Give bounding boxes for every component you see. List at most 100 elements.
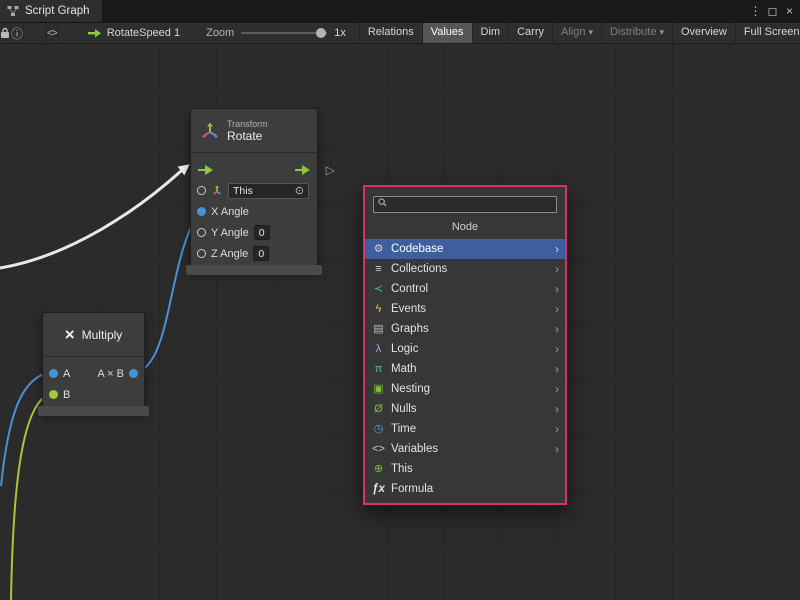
code-view-button[interactable]: <> [46,22,58,44]
chevron-right-icon: › [555,382,559,396]
zoom-slider[interactable] [241,32,327,34]
finder-item-collections[interactable]: ≡ Collections › [365,259,565,279]
y-angle-label: Y Angle [211,227,249,239]
window-menu-icon[interactable]: ⋮ [747,4,764,18]
branch-icon: ≺ [371,282,386,295]
info-button[interactable]: ⓘ [11,22,24,44]
node-transform-rotate[interactable]: Transform Rotate ▷ [190,108,318,270]
finder-item-math[interactable]: π Math › [365,359,565,379]
finder-item-events[interactable]: ϟ Events › [365,299,565,319]
finder-item-label: Time [391,423,416,435]
lightning-icon: ϟ [371,303,386,315]
chevron-right-icon: › [555,262,559,276]
logic-icon: λ [371,343,386,355]
finder-item-label: Formula [391,483,433,495]
this-object-field[interactable]: This ⊙ [228,183,309,199]
finder-item-time[interactable]: ◷ Time › [365,419,565,439]
flow-input-arrow-icon[interactable] [198,165,213,175]
chevron-right-icon: › [555,242,559,256]
this-port-row: This ⊙ [191,180,317,201]
chevron-right-icon: › [555,282,559,296]
y-angle-value-field[interactable]: 0 [254,225,270,240]
chevron-right-icon: › [555,342,559,356]
tab-script-graph[interactable]: Script Graph [0,0,102,22]
port-z-angle[interactable] [197,249,206,258]
graph-flow-icon [88,28,102,38]
y-angle-port-row: Y Angle 0 [191,222,317,243]
align-button[interactable]: Align▾ [552,22,601,44]
code-icon: <> [47,28,57,39]
finder-item-nesting[interactable]: ▣ Nesting › [365,379,565,399]
target-picker-icon[interactable]: ⊙ [295,184,304,197]
axis-icon: ⊕ [371,462,386,475]
finder-item-label: Variables [391,443,438,455]
list-icon: ≡ [371,263,386,275]
dim-button[interactable]: Dim [472,22,509,44]
x-angle-port-row: X Angle [191,201,317,222]
finder-search-input[interactable] [373,196,557,213]
node-title: Multiply [82,328,123,342]
finder-item-codebase[interactable]: ⚙ Codebase › [365,239,565,259]
graph-name: RotateSpeed 1 [107,27,180,39]
zoom-control: Zoom 1x [206,27,346,39]
node-category: Transform [227,119,268,129]
info-icon: ⓘ [11,25,23,42]
toolbar-button-group: Relations Values Dim Carry Align▾ Distri… [359,22,800,44]
b-label: B [63,389,70,401]
finder-item-logic[interactable]: λ Logic › [365,339,565,359]
zoom-label: Zoom [206,27,234,39]
finder-item-variables[interactable]: <> Variables › [365,439,565,459]
finder-item-formula[interactable]: ƒx Formula [365,479,565,499]
multiply-node-header[interactable]: × Multiply [43,313,144,357]
finder-item-label: This [391,463,413,475]
port-this[interactable] [197,186,206,195]
graph-asset-icon: ▤ [371,322,386,335]
finder-item-nulls[interactable]: Ø Nulls › [365,399,565,419]
graph-breadcrumb[interactable]: RotateSpeed 1 [88,27,180,39]
finder-item-this[interactable]: ⊕ This [365,459,565,479]
lock-icon [0,27,10,39]
close-icon[interactable]: × [781,4,798,18]
carry-button[interactable]: Carry [508,22,552,44]
brackets-icon: <> [371,443,386,455]
port-b[interactable] [49,390,58,399]
node-multiply[interactable]: × Multiply A A × B B [42,312,145,411]
lock-button[interactable] [0,22,11,44]
port-x-angle[interactable] [197,207,206,216]
finder-item-label: Collections [391,263,447,275]
finder-item-graphs[interactable]: ▤ Graphs › [365,319,565,339]
flow-hint-triangle-icon: ▷ [326,163,335,177]
z-angle-value-field[interactable]: 0 [253,246,269,261]
rotate-node-header[interactable]: Transform Rotate [191,109,317,153]
relations-button[interactable]: Relations [359,22,422,44]
chevron-right-icon: › [555,302,559,316]
null-icon: Ø [371,403,386,415]
port-a[interactable] [49,369,58,378]
graph-canvas[interactable]: Transform Rotate ▷ [0,44,800,600]
finder-item-label: Events [391,303,426,315]
maximize-icon[interactable]: ◻ [764,4,781,18]
finder-item-label: Nulls [391,403,417,415]
fuzzy-finder-popup: Node ⚙ Codebase › ≡ Collections › ≺ Cont… [363,185,567,505]
b-port-row: B [43,384,144,405]
x-angle-label: X Angle [211,206,249,218]
wire-green-b [11,393,52,600]
chevron-right-icon: › [555,322,559,336]
flow-output-arrow-icon[interactable] [295,165,310,175]
port-output[interactable] [129,369,138,378]
port-y-angle[interactable] [197,228,206,237]
finder-item-control[interactable]: ≺ Control › [365,279,565,299]
clock-icon: ◷ [371,422,386,435]
a-label: A [63,368,70,380]
zoom-slider-thumb[interactable] [316,28,326,38]
chevron-right-icon: › [555,362,559,376]
finder-item-label: Control [391,283,428,295]
values-button[interactable]: Values [422,22,472,44]
distribute-button[interactable]: Distribute▾ [601,22,672,44]
overview-button[interactable]: Overview [672,22,735,44]
finder-item-label: Graphs [391,323,429,335]
chevron-right-icon: › [555,402,559,416]
finder-list: ⚙ Codebase › ≡ Collections › ≺ Control ›… [365,239,565,499]
tab-title: Script Graph [25,5,90,17]
full-screen-button[interactable]: Full Screen [735,22,800,44]
